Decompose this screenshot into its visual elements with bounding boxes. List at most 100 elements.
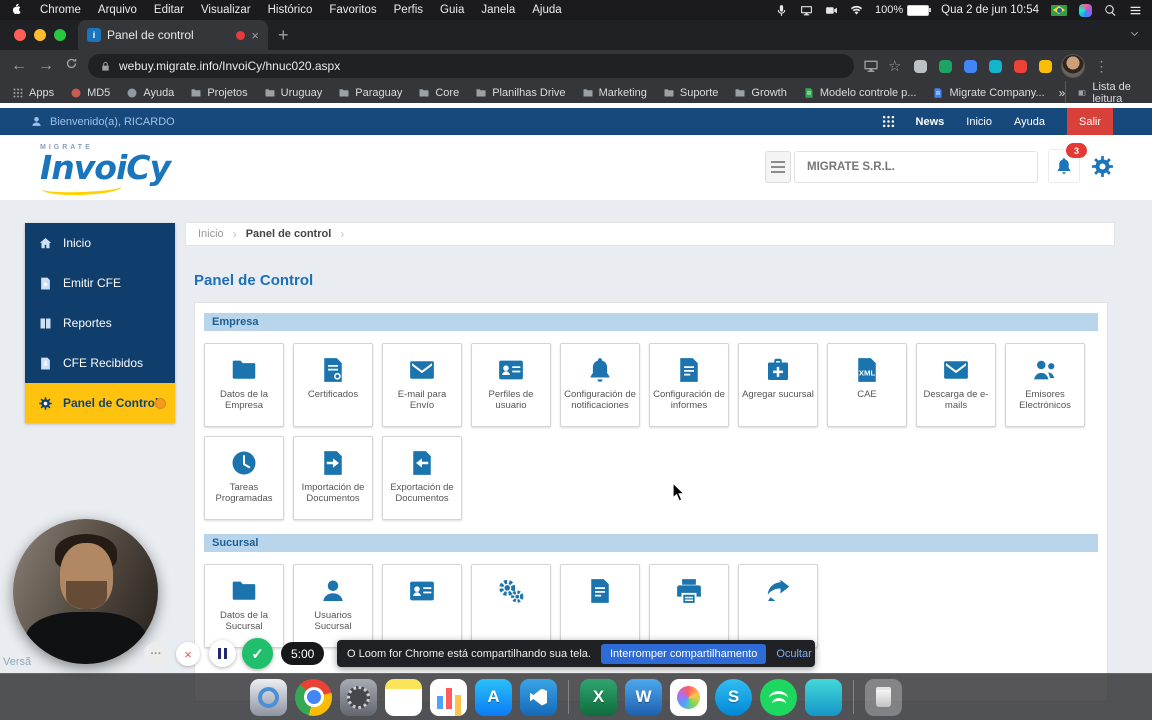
panel-tile[interactable] (560, 564, 640, 648)
close-tab-icon[interactable]: × (251, 29, 259, 42)
bookmark-item[interactable]: Core (418, 87, 459, 99)
screen-share-icon[interactable] (863, 58, 879, 74)
bookmark-item[interactable]: Paraguay (338, 87, 402, 99)
extension-icon[interactable] (1039, 59, 1053, 73)
panel-tile[interactable]: Tareas Programadas (204, 436, 284, 520)
panel-tile[interactable]: Certificados (293, 343, 373, 427)
company-menu-button[interactable] (765, 151, 791, 183)
dock-app-icon[interactable] (760, 678, 797, 716)
dock-app-icon[interactable] (568, 680, 569, 714)
dock-app-icon[interactable] (853, 680, 854, 714)
bookmark-item[interactable]: Ayuda (126, 87, 174, 99)
panel-tile[interactable] (738, 564, 818, 648)
extension-icon[interactable] (1014, 59, 1028, 73)
browser-tab[interactable]: i Panel de control × (78, 20, 268, 50)
topbar-link[interactable]: Inicio (966, 116, 992, 128)
bookmark-item[interactable]: Projetos (190, 87, 248, 99)
webcam-overlay[interactable] (13, 519, 158, 664)
panel-tile[interactable]: E-mail para Envío (382, 343, 462, 427)
sidebar-item[interactable]: Emitir CFE (25, 263, 175, 303)
camera-icon[interactable] (825, 4, 838, 17)
dock-app-icon[interactable] (385, 678, 422, 716)
menubar-item[interactable]: Perfis (394, 4, 423, 16)
dock-app-icon[interactable] (520, 678, 557, 716)
panel-tile[interactable]: Perfiles de usuario (471, 343, 551, 427)
apps-grid-icon[interactable] (881, 114, 896, 129)
screen-mirroring-icon[interactable] (800, 4, 813, 17)
apple-menu[interactable] (10, 1, 23, 19)
panel-tile[interactable]: Exportación de Documentos (382, 436, 462, 520)
microphone-icon[interactable] (775, 4, 788, 17)
reading-list-button[interactable]: Lista de leitura (1065, 80, 1140, 105)
battery-indicator[interactable]: 100% (875, 4, 932, 16)
panel-tile[interactable] (382, 564, 462, 648)
panel-tile[interactable] (471, 564, 551, 648)
zoom-window-button[interactable] (54, 29, 66, 41)
panel-tile[interactable]: Descarga de e-mails (916, 343, 996, 427)
panel-tile[interactable]: Configuración de notificaciones (560, 343, 640, 427)
dock-app-icon[interactable] (430, 678, 467, 716)
extension-icon[interactable] (939, 59, 953, 73)
minimize-window-button[interactable] (34, 29, 46, 41)
bookmark-item[interactable]: Planilhas Drive (475, 87, 566, 99)
panel-tile[interactable]: Agregar sucursal (738, 343, 818, 427)
panel-tile[interactable]: Emisores Electrónicos (1005, 343, 1085, 427)
back-button[interactable]: ← (10, 58, 28, 74)
menubar-item[interactable]: Ajuda (532, 4, 561, 16)
menubar-item[interactable]: Favoritos (329, 4, 376, 16)
bookmark-item[interactable]: Migrate Company... (932, 87, 1045, 99)
loom-finish-button[interactable]: ✓ (242, 638, 273, 669)
dock-app-icon[interactable] (805, 678, 842, 716)
sidebar-item[interactable]: CFE Recibidos (25, 343, 175, 383)
dock-app-icon[interactable] (865, 678, 902, 716)
bookmark-star-icon[interactable]: ☆ (888, 59, 901, 74)
menubar-item[interactable]: Editar (154, 4, 184, 16)
tab-search-button[interactable] (1129, 26, 1140, 44)
bookmark-item[interactable]: Apps (12, 87, 54, 99)
loom-pause-button[interactable] (209, 640, 236, 667)
company-selector[interactable]: MIGRATE S.R.L. (794, 151, 1038, 183)
panel-tile[interactable]: Datos de la Empresa (204, 343, 284, 427)
panel-tile[interactable]: Importación de Documentos (293, 436, 373, 520)
topbar-link[interactable]: News (916, 116, 945, 128)
bookmark-item[interactable]: Modelo controle p... (803, 87, 916, 99)
close-window-button[interactable] (14, 29, 26, 41)
extension-icon[interactable] (989, 59, 1003, 73)
menubar-item[interactable]: Visualizar (201, 4, 251, 16)
panel-tile[interactable]: Configuración de informes (649, 343, 729, 427)
forward-button[interactable]: → (37, 58, 55, 74)
notifications-button[interactable]: 3 (1048, 143, 1087, 183)
bookmark-item[interactable]: Suporte (663, 87, 718, 99)
bookmark-item[interactable]: Marketing (582, 87, 647, 99)
bookmark-item[interactable]: MD5 (70, 87, 110, 99)
bookmarks-overflow-button[interactable]: » (1059, 86, 1066, 100)
settings-button[interactable] (1086, 149, 1118, 183)
menubar-item[interactable]: Guia (440, 4, 464, 16)
loom-cancel-button[interactable]: × (176, 642, 200, 666)
browser-menu-button[interactable]: ⋮ (1094, 59, 1108, 73)
invoicy-logo[interactable]: MIGRATE InvoiCy (40, 144, 171, 197)
extension-icon[interactable] (964, 59, 978, 73)
panel-tile[interactable]: Datos de la Sucursal (204, 564, 284, 648)
sidebar-item[interactable]: Reportes (25, 303, 175, 343)
breadcrumb-home[interactable]: Inicio (198, 228, 224, 240)
menubar-item[interactable]: Histórico (268, 4, 313, 16)
panel-tile[interactable]: Usuarios Sucursal (293, 564, 373, 648)
profile-avatar[interactable] (1061, 54, 1086, 78)
dock-app-icon[interactable]: S (715, 678, 752, 716)
wifi-icon[interactable] (850, 4, 863, 17)
bookmark-item[interactable]: Uruguay (264, 87, 322, 99)
brazil-flag-icon[interactable] (1051, 4, 1067, 16)
address-bar[interactable]: webuy.migrate.info/InvoiCy/hnuc020.aspx (88, 54, 854, 78)
sidebar-item[interactable]: Inicio (25, 223, 175, 263)
dock-app-icon[interactable] (295, 678, 332, 716)
new-tab-button[interactable]: + (278, 26, 289, 44)
menubar-item[interactable]: Janela (481, 4, 515, 16)
dock-app-icon[interactable]: X (580, 678, 617, 716)
loom-more-button[interactable]: ··· (144, 642, 168, 666)
notification-center-icon[interactable] (1129, 4, 1142, 17)
dock-app-icon[interactable]: A (475, 678, 512, 716)
panel-tile[interactable]: CAE (827, 343, 907, 427)
menubar-item[interactable]: Arquivo (98, 4, 137, 16)
extension-icon[interactable] (914, 59, 928, 73)
